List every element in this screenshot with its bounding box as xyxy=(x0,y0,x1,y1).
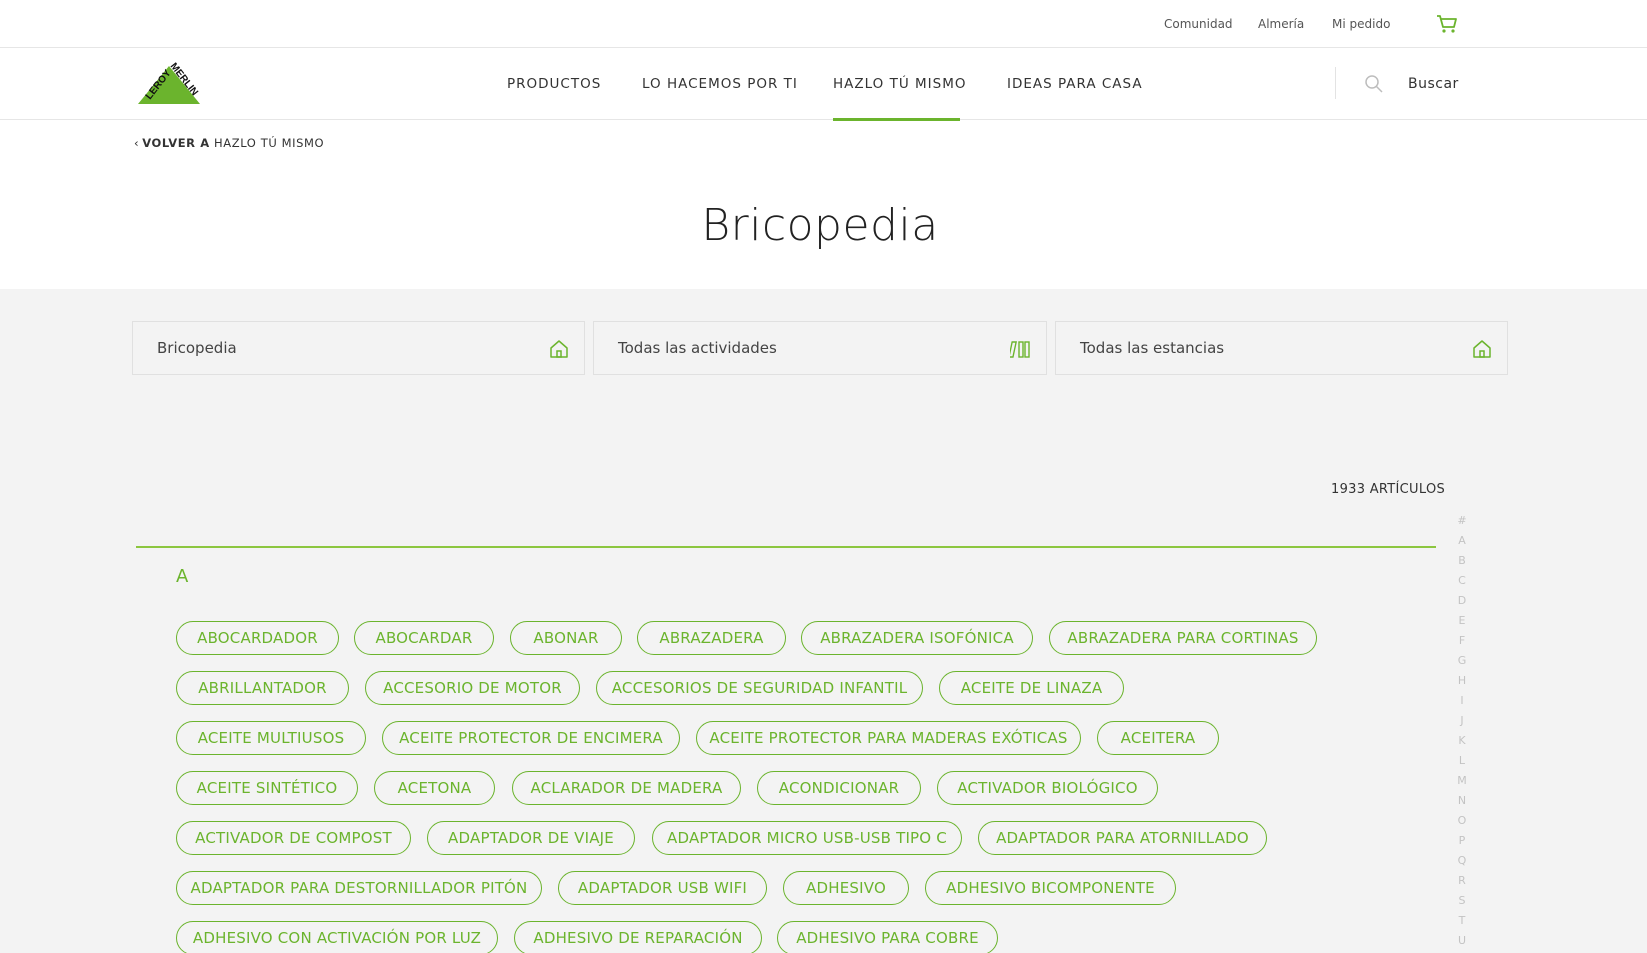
filter-label: Todas las estancias xyxy=(1080,339,1225,357)
tag-adhesivo[interactable]: ADHESIVO xyxy=(783,871,909,905)
alpha-index-letter[interactable]: N xyxy=(1452,794,1472,807)
tag-aceite-multiusos[interactable]: ACEITE MULTIUSOS xyxy=(176,721,366,755)
alpha-index-letter[interactable]: G xyxy=(1452,654,1472,667)
tag-adaptador-para-atornillado[interactable]: ADAPTADOR PARA ATORNILLADO xyxy=(978,821,1267,855)
alpha-index-letter[interactable]: Q xyxy=(1452,854,1472,867)
tag-adhesivo-activacion-luz[interactable]: ADHESIVO CON ACTIVACIÓN POR LUZ xyxy=(176,921,498,953)
community-link[interactable]: Comunidad xyxy=(1164,17,1233,31)
tag-abrazadera-isofonica[interactable]: ABRAZADERA ISOFÓNICA xyxy=(801,621,1033,655)
filter-estancias[interactable]: Todas las estancias xyxy=(1055,321,1508,375)
tag-abrillantador[interactable]: ABRILLANTADOR xyxy=(176,671,349,705)
cart-icon[interactable] xyxy=(1436,14,1458,34)
nav-productos[interactable]: PRODUCTOS xyxy=(507,76,601,92)
tag-abonar[interactable]: ABONAR xyxy=(510,621,622,655)
search-icon[interactable] xyxy=(1364,74,1384,94)
alpha-index-letter[interactable]: U xyxy=(1452,934,1472,947)
alpha-index-letter[interactable]: B xyxy=(1452,554,1472,567)
main-navigation xyxy=(0,48,1647,120)
filter-bricopedia[interactable]: Bricopedia xyxy=(132,321,585,375)
search-label[interactable]: Buscar xyxy=(1408,76,1459,92)
page-title: Bricopedia xyxy=(701,200,939,251)
house-icon xyxy=(550,340,568,358)
filter-label: Bricopedia xyxy=(157,339,237,357)
alpha-index-letter[interactable]: H xyxy=(1452,674,1472,687)
active-nav-indicator xyxy=(833,118,960,121)
alpha-index-letter[interactable]: E xyxy=(1452,614,1472,627)
nav-hazlo-tu-mismo[interactable]: HAZLO TÚ MISMO xyxy=(833,76,966,92)
tag-aceitera[interactable]: ACEITERA xyxy=(1097,721,1219,755)
top-utility-bar xyxy=(0,0,1647,48)
alpha-index-letter[interactable]: # xyxy=(1452,514,1472,527)
filter-label: Todas las actividades xyxy=(618,339,777,357)
tag-aceite-sintetico[interactable]: ACEITE SINTÉTICO xyxy=(176,771,358,805)
alpha-index-letter[interactable]: C xyxy=(1452,574,1472,587)
tag-aceite-de-linaza[interactable]: ACEITE DE LINAZA xyxy=(939,671,1124,705)
nav-lo-hacemos-por-ti[interactable]: LO HACEMOS POR TI xyxy=(642,76,798,92)
alpha-index-letter[interactable]: T xyxy=(1452,914,1472,927)
tag-adaptador-de-viaje[interactable]: ADAPTADOR DE VIAJE xyxy=(427,821,635,855)
tag-acondicionar[interactable]: ACONDICIONAR xyxy=(757,771,921,805)
section-divider xyxy=(136,546,1436,548)
my-order-link[interactable]: Mi pedido xyxy=(1332,17,1390,31)
tag-accesorios-seguridad-infantil[interactable]: ACCESORIOS DE SEGURIDAD INFANTIL xyxy=(596,671,923,705)
tag-activador-de-compost[interactable]: ACTIVADOR DE COMPOST xyxy=(176,821,411,855)
alpha-index-letter[interactable]: A xyxy=(1452,534,1472,547)
tag-activador-biologico[interactable]: ACTIVADOR BIOLÓGICO xyxy=(937,771,1158,805)
nav-divider xyxy=(1335,67,1336,99)
tag-abocardador[interactable]: ABOCARDADOR xyxy=(176,621,339,655)
tag-abrazadera-para-cortinas[interactable]: ABRAZADERA PARA CORTINAS xyxy=(1049,621,1317,655)
alpha-index-letter[interactable]: F xyxy=(1452,634,1472,647)
alpha-index-letter[interactable]: O xyxy=(1452,814,1472,827)
alpha-index-letter[interactable]: K xyxy=(1452,734,1472,747)
tag-aclarador-de-madera[interactable]: ACLARADOR DE MADERA xyxy=(512,771,741,805)
tag-adhesivo-de-reparacion[interactable]: ADHESIVO DE REPARACIÓN xyxy=(514,921,762,953)
tag-abocardar[interactable]: ABOCARDAR xyxy=(354,621,494,655)
tag-adaptador-destornillador-piton[interactable]: ADAPTADOR PARA DESTORNILLADOR PITÓN xyxy=(176,871,542,905)
alpha-index-letter[interactable]: J xyxy=(1452,714,1472,727)
alpha-index-letter[interactable]: D xyxy=(1452,594,1472,607)
tag-acetona[interactable]: ACETONA xyxy=(374,771,495,805)
back-prefix: VOLVER A xyxy=(142,136,210,150)
tag-aceite-protector-maderas-exoticas[interactable]: ACEITE PROTECTOR PARA MADERAS EXÓTICAS xyxy=(696,721,1081,755)
alpha-index-letter[interactable]: S xyxy=(1452,894,1472,907)
tag-adaptador-usb-wifi[interactable]: ADAPTADOR USB WIFI xyxy=(558,871,767,905)
alpha-index-letter[interactable]: R xyxy=(1452,874,1472,887)
nav-ideas-para-casa[interactable]: IDEAS PARA CASA xyxy=(1007,76,1143,92)
alpha-index-letter[interactable]: P xyxy=(1452,834,1472,847)
letter-heading: A xyxy=(176,566,189,587)
store-location-link[interactable]: Almería xyxy=(1258,17,1304,31)
tools-icon xyxy=(1010,341,1030,358)
tag-adhesivo-bicomponente[interactable]: ADHESIVO BICOMPONENTE xyxy=(925,871,1176,905)
tag-adaptador-micro-usb[interactable]: ADAPTADOR MICRO USB-USB TIPO C xyxy=(652,821,962,855)
leroy-merlin-logo[interactable]: LEROY MERLIN xyxy=(134,60,204,106)
filter-actividades[interactable]: Todas las actividades xyxy=(593,321,1047,375)
back-target: HAZLO TÚ MISMO xyxy=(214,136,325,150)
alpha-index-letter[interactable]: M xyxy=(1452,774,1472,787)
tag-adhesivo-para-cobre[interactable]: ADHESIVO PARA COBRE xyxy=(777,921,998,953)
article-count: 1933 ARTÍCULOS xyxy=(1331,482,1446,497)
tag-aceite-protector-encimera[interactable]: ACEITE PROTECTOR DE ENCIMERA xyxy=(382,721,680,755)
alpha-index-letter[interactable]: L xyxy=(1452,754,1472,767)
back-link[interactable]: ‹ VOLVER A HAZLO TÚ MISMO xyxy=(134,136,324,150)
tag-accesorio-de-motor[interactable]: ACCESORIO DE MOTOR xyxy=(365,671,580,705)
alpha-index-letter[interactable]: I xyxy=(1452,694,1472,707)
chevron-left-icon: ‹ xyxy=(134,136,140,150)
house-icon xyxy=(1473,340,1491,358)
tag-abrazadera[interactable]: ABRAZADERA xyxy=(637,621,786,655)
